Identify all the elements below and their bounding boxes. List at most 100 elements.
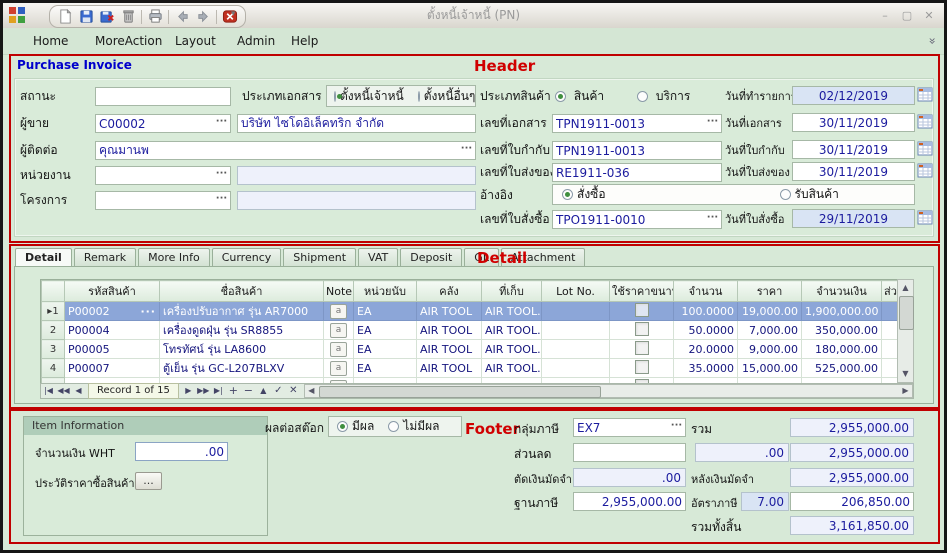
po-date-field[interactable]: 29/11/2019 xyxy=(792,209,915,228)
radio-reference-receive[interactable] xyxy=(780,189,791,200)
invoice-no-input[interactable] xyxy=(552,141,722,160)
menu-help[interactable]: Help xyxy=(287,28,322,54)
nav-prev-button[interactable]: ◀ xyxy=(71,384,86,398)
cell-item-name[interactable]: เครื่องดูดฝุ่น รุ่น SR8855 xyxy=(160,321,324,340)
cell-warehouse[interactable]: AIR TOOL xyxy=(417,340,482,359)
cell-amount[interactable]: 1,900,000.00 xyxy=(802,302,882,321)
grid-horizontal-scrollbar[interactable]: ◀ ▶ xyxy=(304,384,913,398)
invoice-date-field[interactable]: 30/11/2019 xyxy=(792,140,915,159)
horizontal-scroll-thumb[interactable] xyxy=(319,386,601,398)
vendor-name-input[interactable] xyxy=(237,114,476,133)
cell-warehouse[interactable]: AIR TOOL xyxy=(417,302,482,321)
cell-quantity[interactable]: 20.0000 xyxy=(674,340,738,359)
nav-delete-button[interactable]: − xyxy=(241,384,256,398)
nav-first-button[interactable]: |◀ xyxy=(41,384,56,398)
col-unit[interactable]: หน่วยนับ xyxy=(354,281,417,302)
menu-home[interactable]: Home xyxy=(29,28,72,54)
nav-last-button[interactable]: ▶| xyxy=(211,384,226,398)
project-input[interactable] xyxy=(95,191,231,210)
col-discount-cut[interactable]: ส่ว xyxy=(882,281,899,302)
vendor-code-input[interactable] xyxy=(95,114,231,133)
doc-date-field[interactable]: 30/11/2019 xyxy=(792,113,915,132)
wht-amount-input[interactable] xyxy=(135,442,228,461)
tab-vat[interactable]: VAT xyxy=(358,248,398,267)
cell-item-code[interactable]: P00002··· xyxy=(65,302,160,321)
save-close-icon[interactable] xyxy=(98,8,116,25)
nav-edit-button[interactable]: ▲ xyxy=(256,384,271,398)
tax-group-lookup-ellipsis-button[interactable] xyxy=(669,420,684,434)
doc-type-option-label[interactable]: ตั้งหนี้อื่นๆ xyxy=(424,87,476,106)
tax-base-input[interactable] xyxy=(573,492,686,511)
cell-warehouse[interactable]: AIR TOOL xyxy=(417,321,482,340)
calendar-icon[interactable] xyxy=(917,163,934,180)
print-icon[interactable] xyxy=(146,8,164,25)
transaction-date-field[interactable]: 02/12/2019 xyxy=(792,86,915,105)
calendar-icon[interactable] xyxy=(917,210,934,227)
col-item-code[interactable]: รหัสสินค้า xyxy=(65,281,160,302)
customize-quick-access-icon[interactable]: ▾ xyxy=(231,9,236,19)
col-item-name[interactable]: ชื่อสินค้า xyxy=(160,281,324,302)
scroll-left-icon[interactable]: ◀ xyxy=(305,385,318,397)
cell-quantity[interactable]: 100.0000 xyxy=(674,302,738,321)
cell-lot[interactable] xyxy=(542,340,610,359)
menu-overflow-icon[interactable]: » xyxy=(919,37,945,44)
save-icon[interactable] xyxy=(77,8,95,25)
delivery-no-input[interactable] xyxy=(552,163,722,182)
scroll-down-icon[interactable]: ▼ xyxy=(898,367,913,381)
stock-effect-option-label[interactable]: มีผล xyxy=(352,417,374,436)
maximize-button[interactable]: ▢ xyxy=(898,9,916,22)
new-document-icon[interactable] xyxy=(56,8,74,25)
cell-lot[interactable] xyxy=(542,302,610,321)
scroll-right-icon[interactable]: ▶ xyxy=(899,385,912,397)
po-no-lookup-ellipsis-button[interactable] xyxy=(705,212,720,226)
product-type-option-label[interactable]: บริการ xyxy=(656,89,691,103)
cell-price[interactable]: 7,000.00 xyxy=(738,321,802,340)
menu-moreaction[interactable]: MoreAction xyxy=(91,28,166,54)
tax-amount-input[interactable] xyxy=(790,492,914,511)
cell-unit[interactable]: EA xyxy=(354,340,417,359)
col-amount[interactable]: จำนวนเงิน xyxy=(802,281,882,302)
calendar-icon[interactable] xyxy=(917,87,934,104)
discount-input[interactable] xyxy=(573,443,686,462)
tab-detail[interactable]: Detail xyxy=(15,248,72,267)
tab-deposit[interactable]: Deposit xyxy=(400,248,462,267)
minimize-button[interactable]: – xyxy=(876,9,894,22)
nav-next-page-button[interactable]: ▶▶ xyxy=(196,384,211,398)
tab-shipment[interactable]: Shipment xyxy=(283,248,356,267)
project-lookup-ellipsis-button[interactable] xyxy=(214,193,229,207)
calendar-icon[interactable] xyxy=(917,141,934,158)
reference-option-label[interactable]: รับสินค้า xyxy=(795,185,839,204)
tab-remark[interactable]: Remark xyxy=(74,248,136,267)
menu-admin[interactable]: Admin xyxy=(233,28,279,54)
cell-item-code[interactable]: P00007 xyxy=(65,359,160,378)
scroll-up-icon[interactable]: ▲ xyxy=(898,281,913,295)
cell-location[interactable]: AIR TOOL. xyxy=(482,321,542,340)
col-note[interactable]: Note xyxy=(324,281,354,302)
delete-icon[interactable] xyxy=(119,8,137,25)
cell-item-name[interactable]: ตู้เย็น รุ่น GC-L207BLXV xyxy=(160,359,324,378)
menu-layout[interactable]: Layout xyxy=(171,28,220,54)
cell-warehouse[interactable]: AIR TOOL xyxy=(417,359,482,378)
radio-reference-po[interactable] xyxy=(562,189,573,200)
cell-unit[interactable]: EA xyxy=(354,302,417,321)
cell-price[interactable]: 15,000.00 xyxy=(738,359,802,378)
department-input[interactable] xyxy=(95,166,231,185)
doc-no-input[interactable] xyxy=(552,114,722,133)
vertical-scroll-thumb[interactable] xyxy=(899,296,914,330)
cell-lot[interactable] xyxy=(542,359,610,378)
forward-arrow-icon[interactable] xyxy=(194,8,212,25)
radio-stock-no-affect[interactable] xyxy=(388,421,399,432)
product-type-option-label[interactable]: สินค้า xyxy=(574,89,604,103)
col-parallel-price[interactable]: ใช้ราคาขนาน xyxy=(610,281,674,302)
nav-prev-page-button[interactable]: ◀◀ xyxy=(56,384,71,398)
cell-location[interactable]: AIR TOOL. xyxy=(482,302,542,321)
nav-cancel-button[interactable]: ✕ xyxy=(286,384,301,398)
nav-post-button[interactable]: ✓ xyxy=(271,384,286,398)
close-document-icon[interactable] xyxy=(221,8,239,25)
radio-product-type-service[interactable] xyxy=(637,91,648,102)
price-history-button[interactable]: ... xyxy=(135,472,162,490)
cell-quantity[interactable]: 35.0000 xyxy=(674,359,738,378)
cell-item-code[interactable]: P00004 xyxy=(65,321,160,340)
cell-amount[interactable]: 350,000.00 xyxy=(802,321,882,340)
cell-price[interactable]: 19,000.00 xyxy=(738,302,802,321)
